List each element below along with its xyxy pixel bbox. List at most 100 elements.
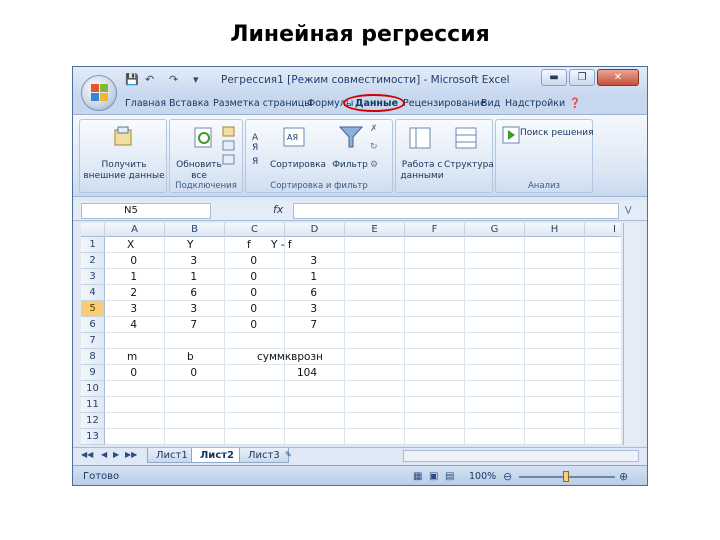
undo-icon[interactable]: ↶ (145, 73, 154, 86)
data-tools-button[interactable]: Работа с данными (396, 160, 448, 182)
tab-review[interactable]: Рецензирование (403, 98, 486, 109)
cell-c5[interactable]: 0 (225, 301, 257, 317)
save-icon[interactable]: 💾 (125, 73, 139, 86)
maximize-button[interactable]: ❐ (569, 69, 595, 86)
cell-d1[interactable]: Y - f (271, 237, 292, 253)
cell-c2[interactable]: 0 (225, 253, 257, 269)
cell-d4[interactable]: 6 (285, 285, 317, 301)
sheet-tab-3[interactable]: Лист3 (239, 448, 289, 463)
page-layout-view-icon[interactable]: ▣ (429, 471, 438, 482)
cell-c3[interactable]: 0 (225, 269, 257, 285)
row-header-3[interactable]: 3 (81, 269, 105, 285)
column-header-c[interactable]: C (225, 223, 285, 237)
column-header-e[interactable]: E (345, 223, 405, 237)
filter-button[interactable]: Фильтр (330, 160, 370, 171)
clear-filter-icon[interactable]: ✗ (370, 124, 378, 135)
row-header-13[interactable]: 13 (81, 429, 105, 445)
name-box[interactable]: N5 (81, 203, 211, 219)
tab-addins[interactable]: Надстройки (505, 98, 565, 109)
solver-icon[interactable] (502, 126, 520, 144)
normal-view-icon[interactable]: ▦ (413, 471, 422, 482)
sort-icon[interactable]: АЯ (282, 126, 306, 148)
column-header-g[interactable]: G (465, 223, 525, 237)
column-header-h[interactable]: H (525, 223, 585, 237)
cell-b9[interactable]: 0 (165, 365, 197, 381)
cell-d9[interactable]: 104 (285, 365, 317, 381)
cell-a6[interactable]: 4 (105, 317, 137, 333)
zoom-level[interactable]: 100% (469, 471, 496, 482)
select-all-corner[interactable] (81, 223, 105, 237)
horizontal-scrollbar[interactable] (403, 450, 639, 462)
column-header-d[interactable]: D (285, 223, 345, 237)
filter-icon[interactable] (338, 124, 364, 150)
tab-page-layout[interactable]: Разметка страницы (213, 98, 312, 109)
sort-button[interactable]: Сортировка (270, 160, 326, 171)
row-header-5[interactable]: 5 (81, 301, 105, 317)
cell-b3[interactable]: 1 (165, 269, 197, 285)
refresh-icon[interactable] (192, 126, 216, 150)
sheet-tab-1[interactable]: Лист1 (147, 448, 197, 463)
column-header-a[interactable]: A (105, 223, 165, 237)
cell-b1[interactable]: Y (187, 237, 193, 253)
cell-b8[interactable]: b (187, 349, 194, 365)
tab-view[interactable]: Вид (481, 98, 500, 109)
refresh-all-button[interactable]: Обновить все (174, 160, 224, 182)
cell-d6[interactable]: 7 (285, 317, 317, 333)
first-sheet-icon[interactable]: ◀◀ (81, 450, 93, 459)
cell-d8[interactable]: суммкврозн (257, 349, 323, 365)
outline-icon[interactable] (454, 126, 478, 150)
zoom-slider-thumb[interactable] (563, 471, 569, 482)
fx-icon[interactable]: fx (273, 203, 283, 216)
sheet-tab-2[interactable]: Лист2 (191, 448, 243, 463)
row-header-12[interactable]: 12 (81, 413, 105, 429)
zoom-out-icon[interactable]: ⊖ (503, 470, 512, 483)
cell-b4[interactable]: 6 (165, 285, 197, 301)
advanced-filter-icon[interactable]: ⚙ (370, 160, 378, 171)
row-header-7[interactable]: 7 (81, 333, 105, 349)
page-break-view-icon[interactable]: ▤ (445, 471, 454, 482)
cell-a4[interactable]: 2 (105, 285, 137, 301)
reapply-filter-icon[interactable]: ↻ (370, 142, 378, 153)
cell-c1[interactable]: f (247, 237, 251, 253)
data-tools-icon[interactable] (408, 126, 432, 150)
column-header-f[interactable]: F (405, 223, 465, 237)
spreadsheet-grid[interactable]: ABCDEFGHI 1 2 3 4 5 6 7 8 9 10 11 12 13 X Yf Y - f03031… (81, 223, 621, 445)
expand-formula-icon[interactable]: ⋁ (625, 205, 632, 214)
zoom-in-icon[interactable]: ⊕ (619, 470, 628, 483)
tab-home[interactable]: Главная (125, 98, 166, 109)
cell-a3[interactable]: 1 (105, 269, 137, 285)
tab-insert[interactable]: Вставка (169, 98, 209, 109)
customize-toolbar-icon[interactable]: ▾ (193, 73, 199, 86)
vertical-scrollbar[interactable] (623, 223, 641, 445)
column-header-b[interactable]: B (165, 223, 225, 237)
cell-a5[interactable]: 3 (105, 301, 137, 317)
get-external-data-button[interactable]: Получить внешние данные (80, 160, 168, 182)
cell-a1[interactable]: X (127, 237, 134, 253)
row-header-9[interactable]: 9 (81, 365, 105, 381)
row-header-1[interactable]: 1 (81, 237, 105, 253)
help-icon[interactable]: ❓ (569, 98, 581, 109)
database-icon[interactable] (112, 126, 134, 148)
row-header-6[interactable]: 6 (81, 317, 105, 333)
cell-c6[interactable]: 0 (225, 317, 257, 333)
cell-d5[interactable]: 3 (285, 301, 317, 317)
column-header-i[interactable]: I (585, 223, 621, 237)
prev-sheet-icon[interactable]: ◀ (101, 450, 107, 459)
sort-az-icon[interactable]: А Я Я (250, 128, 266, 168)
close-button[interactable]: ✕ (597, 69, 639, 86)
cell-d3[interactable]: 1 (285, 269, 317, 285)
office-button[interactable] (81, 75, 117, 111)
cell-b5[interactable]: 3 (165, 301, 197, 317)
connections-icon[interactable] (222, 126, 236, 166)
cell-b2[interactable]: 3 (165, 253, 197, 269)
row-header-11[interactable]: 11 (81, 397, 105, 413)
insert-sheet-icon[interactable]: ✎ (285, 450, 292, 459)
last-sheet-icon[interactable]: ▶▶ (125, 450, 137, 459)
minimize-button[interactable]: ▬ (541, 69, 567, 86)
cell-a2[interactable]: 0 (105, 253, 137, 269)
row-header-8[interactable]: 8 (81, 349, 105, 365)
outline-button[interactable]: Структура (444, 160, 494, 171)
cell-c4[interactable]: 0 (225, 285, 257, 301)
cell-a8[interactable]: m (127, 349, 137, 365)
redo-icon[interactable]: ↷ (169, 73, 178, 86)
